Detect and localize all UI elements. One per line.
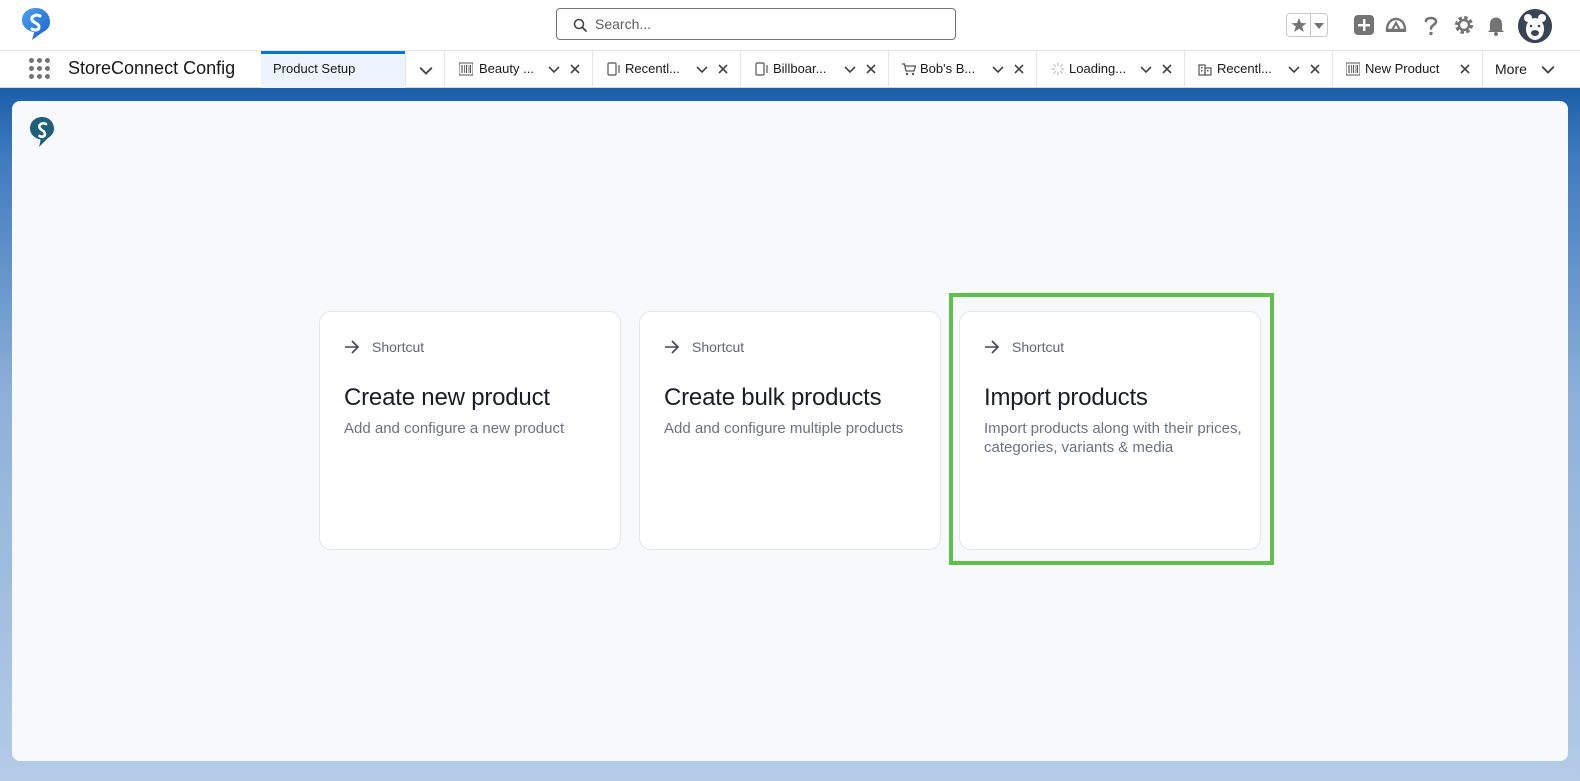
tab-product-setup[interactable]: Product Setup bbox=[261, 51, 405, 88]
setup-gear-icon[interactable] bbox=[1452, 13, 1476, 37]
tab-label: Loading... bbox=[1069, 61, 1127, 76]
notifications-bell-icon[interactable] bbox=[1484, 13, 1508, 37]
tab-recently-viewed-2[interactable]: Recentl... bbox=[1185, 51, 1333, 88]
chevron-down-icon bbox=[1541, 66, 1555, 74]
avatar-bear-icon bbox=[1518, 9, 1552, 43]
tab-product-setup-menu[interactable] bbox=[405, 51, 445, 88]
tab-billboard[interactable]: Billboar... bbox=[741, 51, 889, 88]
close-icon[interactable] bbox=[1459, 63, 1471, 75]
close-icon[interactable] bbox=[717, 63, 729, 75]
shortcut-title: Create bulk products bbox=[664, 384, 882, 411]
close-icon[interactable] bbox=[1161, 63, 1173, 75]
chevron-down-icon[interactable] bbox=[844, 63, 856, 75]
highlight-outline bbox=[949, 293, 1274, 565]
device-icon bbox=[755, 62, 768, 76]
tab-label: Beauty ... bbox=[479, 61, 534, 76]
tab-beauty[interactable]: Beauty ... bbox=[445, 51, 593, 88]
help-icon[interactable] bbox=[1419, 13, 1443, 37]
barcode-icon bbox=[459, 62, 473, 76]
favorites-star-icon[interactable] bbox=[1291, 17, 1307, 33]
shortcut-card-create-bulk-products[interactable]: Shortcut Create bulk products Add and co… bbox=[639, 311, 941, 550]
chevron-down-icon[interactable] bbox=[992, 63, 1004, 75]
building-icon bbox=[1198, 64, 1212, 76]
tab-bobs-b[interactable]: Bob's B... bbox=[889, 51, 1037, 88]
tab-label: Product Setup bbox=[273, 61, 356, 76]
tab-recently-viewed-1[interactable]: Recentl... bbox=[593, 51, 741, 88]
tab-loading[interactable]: Loading... bbox=[1037, 51, 1185, 88]
device-icon bbox=[607, 62, 620, 76]
tab-label: Bob's B... bbox=[920, 61, 976, 76]
favorites-dropdown-icon[interactable] bbox=[1314, 23, 1324, 29]
global-header bbox=[0, 0, 1580, 50]
close-icon[interactable] bbox=[865, 63, 877, 75]
tab-label: Recentl... bbox=[625, 61, 680, 76]
close-icon[interactable] bbox=[1013, 63, 1025, 75]
close-icon[interactable] bbox=[569, 63, 581, 75]
user-avatar[interactable] bbox=[1518, 9, 1552, 43]
app-navigation-bar: StoreConnect Config Product Setup Beauty… bbox=[0, 50, 1580, 88]
storeconnect-logo-icon[interactable] bbox=[20, 7, 52, 41]
shortcut-label: Shortcut bbox=[372, 339, 425, 355]
app-name: StoreConnect Config bbox=[68, 58, 236, 78]
storeconnect-logo-icon bbox=[30, 117, 54, 147]
arrow-right-icon bbox=[345, 340, 360, 354]
spinner-icon bbox=[1051, 62, 1065, 76]
search-input[interactable] bbox=[595, 14, 935, 34]
tab-label: New Product bbox=[1365, 61, 1440, 76]
tab-label: Recentl... bbox=[1217, 61, 1272, 76]
more-tabs-button[interactable]: More bbox=[1483, 51, 1579, 88]
chevron-down-icon[interactable] bbox=[419, 63, 433, 77]
tab-label: Billboar... bbox=[773, 61, 827, 76]
trailhead-guidance-icon[interactable] bbox=[1384, 13, 1408, 37]
shortcut-card-create-new-product[interactable]: Shortcut Create new product Add and conf… bbox=[319, 311, 621, 550]
barcode-icon bbox=[1346, 62, 1360, 76]
chevron-down-icon[interactable] bbox=[1288, 63, 1300, 75]
shortcut-label: Shortcut bbox=[692, 339, 745, 355]
header-utility-icons bbox=[1286, 9, 1566, 43]
arrow-right-icon bbox=[665, 340, 680, 354]
shortcut-description: Add and configure multiple products bbox=[664, 420, 904, 437]
app-launcher-waffle-icon[interactable] bbox=[29, 58, 51, 80]
close-icon[interactable] bbox=[1309, 63, 1321, 75]
global-search[interactable] bbox=[556, 8, 956, 40]
favorites-button[interactable] bbox=[1286, 13, 1328, 37]
chevron-down-icon[interactable] bbox=[696, 63, 708, 75]
shortcut-title: Create new product bbox=[344, 384, 550, 411]
chevron-down-icon[interactable] bbox=[1140, 63, 1152, 75]
global-actions-plus-icon[interactable] bbox=[1352, 13, 1376, 37]
tab-new-product[interactable]: New Product bbox=[1333, 51, 1483, 88]
shortcut-description: Add and configure a new product bbox=[344, 420, 565, 437]
cart-icon bbox=[902, 63, 916, 76]
search-icon bbox=[573, 18, 587, 32]
more-label: More bbox=[1495, 61, 1527, 77]
chevron-down-icon[interactable] bbox=[548, 63, 560, 75]
